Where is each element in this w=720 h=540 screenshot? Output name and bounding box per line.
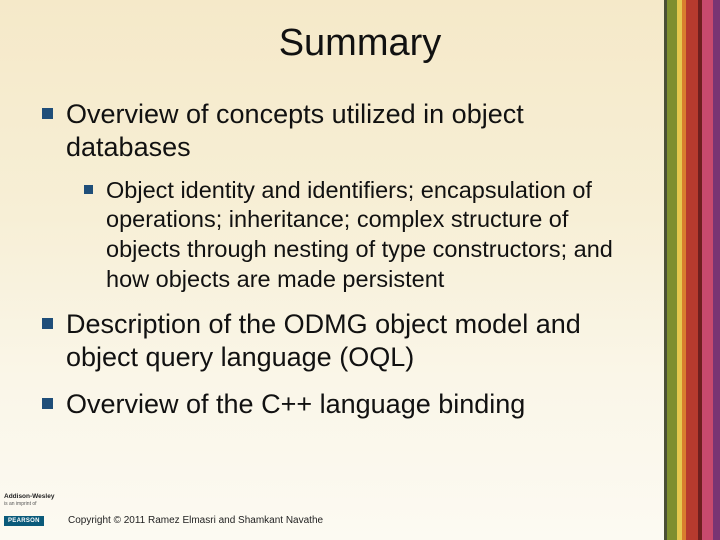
decorative-stripes: [664, 0, 720, 540]
sub-bullet-item: Object identity and identifiers; encapsu…: [80, 176, 646, 294]
bullet-text: Overview of concepts utilized in object …: [66, 99, 524, 162]
slide-content: Overview of concepts utilized in object …: [36, 98, 646, 435]
sub-bullet-text: Object identity and identifiers; encapsu…: [106, 177, 613, 292]
slide: Summary Overview of concepts utilized in…: [0, 0, 720, 540]
publisher-logo: Addison-Wesley is an imprint of PEARSON: [4, 494, 60, 528]
bullet-text: Overview of the C++ language binding: [66, 389, 525, 419]
slide-title: Summary: [0, 0, 720, 65]
bullet-item: Description of the ODMG object model and…: [36, 308, 646, 374]
copyright-text: Copyright © 2011 Ramez Elmasri and Shamk…: [68, 515, 323, 526]
logo-line1: Addison-Wesley: [4, 494, 60, 501]
logo-line2: is an imprint of: [4, 502, 60, 507]
bullet-text: Description of the ODMG object model and…: [66, 309, 581, 372]
bullet-item: Overview of the C++ language binding: [36, 388, 646, 421]
logo-brand: PEARSON: [4, 516, 44, 526]
bullet-item: Overview of concepts utilized in object …: [36, 98, 646, 294]
